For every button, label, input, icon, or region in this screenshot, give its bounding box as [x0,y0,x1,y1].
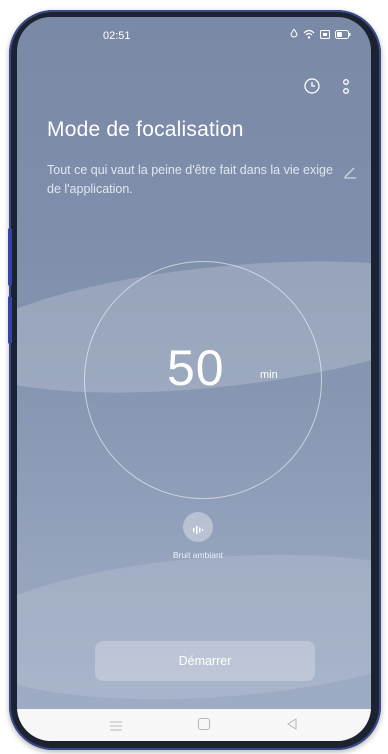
ambient-sound-button[interactable] [183,512,213,542]
focus-quote: Tout ce qui vaut la peine d'être fait da… [47,163,333,196]
timer-unit: min [260,369,278,381]
back-icon[interactable] [285,717,299,731]
more-vert-icon[interactable] [339,77,353,97]
background-wave [17,539,371,715]
edit-icon[interactable] [343,165,357,179]
volume-up-button [8,228,12,286]
status-time: 02:51 [103,30,131,42]
status-icons [290,28,351,42]
wifi-icon [303,29,315,42]
page-title: Mode de focalisation [47,118,244,141]
timer-value: 50 [167,340,225,396]
top-actions [17,77,371,101]
navigation-bar [17,709,371,741]
clock-icon[interactable] [303,77,321,95]
home-icon[interactable] [198,718,210,730]
volume-down-button [8,296,12,344]
ambient-label: Bruit ambiant [172,550,224,560]
menu-icon[interactable] [109,719,123,731]
screen: 02:51 Mode de focalisation Tout ce qui v… [17,17,371,741]
sim-icon [320,29,330,42]
sound-wave-icon [192,522,204,540]
status-bar: 02:51 [17,17,371,53]
drop-icon [290,28,298,42]
battery-icon [335,29,351,42]
start-button[interactable]: Démarrer [95,641,315,681]
